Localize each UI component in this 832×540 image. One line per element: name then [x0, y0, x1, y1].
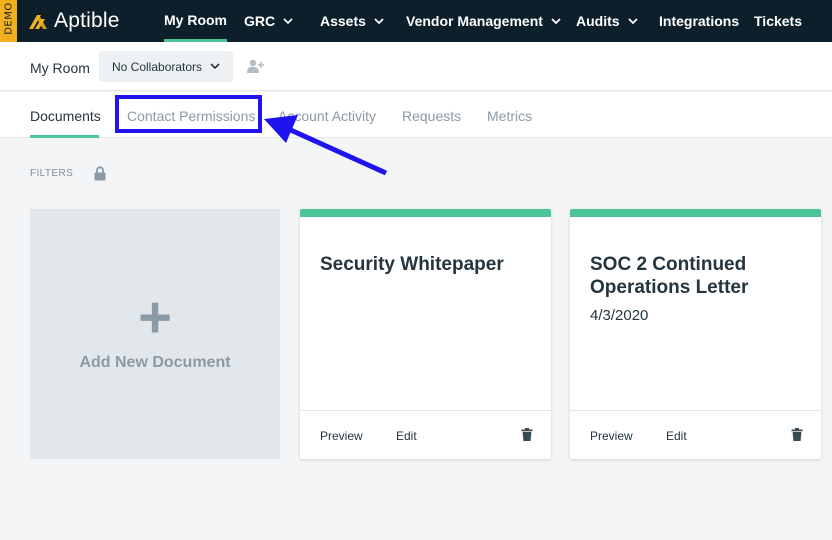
preview-button[interactable]: Preview: [320, 429, 363, 443]
nav-label: Vendor Management: [406, 13, 543, 29]
aptible-logo-icon: [29, 15, 47, 29]
aptible-logo[interactable]: Aptible: [28, 8, 120, 34]
nav-label: My Room: [164, 11, 227, 28]
nav-label: Integrations: [659, 13, 740, 29]
preview-button[interactable]: Preview: [590, 429, 633, 443]
chevron-down-icon: [283, 17, 293, 24]
add-new-document-tile[interactable]: + Add New Document: [30, 209, 280, 459]
annotation-arrow-icon: [264, 115, 388, 176]
chevron-down-icon: [210, 63, 220, 70]
chevron-down-icon: [374, 17, 384, 24]
card-footer: Preview Edit: [300, 410, 551, 459]
add-user-icon[interactable]: [247, 59, 265, 73]
edit-button[interactable]: Edit: [666, 429, 687, 443]
chevron-down-icon: [627, 17, 638, 24]
nav-audits[interactable]: Audits: [576, 0, 638, 42]
demo-label: DEMO: [3, 2, 15, 35]
document-card: Security Whitepaper Preview Edit: [300, 209, 551, 459]
logo-text: Aptible: [54, 9, 120, 32]
nav-label: GRC: [244, 13, 276, 29]
nav-integrations[interactable]: Integrations: [659, 0, 739, 42]
edit-button[interactable]: Edit: [396, 429, 417, 443]
chevron-down-icon: [551, 17, 561, 24]
card-footer: Preview Edit: [570, 410, 821, 459]
tab-metrics[interactable]: Metrics: [487, 108, 532, 124]
room-title: My Room: [30, 60, 90, 76]
nav-label: Assets: [320, 13, 366, 29]
nav-my-room[interactable]: My Room: [164, 0, 227, 42]
nav-label: Audits: [576, 13, 620, 29]
document-title: Security Whitepaper: [320, 254, 504, 275]
nav-grc[interactable]: GRC: [244, 0, 293, 42]
trash-icon[interactable]: [791, 428, 803, 441]
collaborators-label: No Collaborators: [112, 59, 203, 74]
active-tab-indicator: [30, 135, 99, 138]
filters-label: FILTERS: [30, 168, 74, 179]
demo-badge: DEMO: [0, 0, 17, 42]
room-header: My Room No Collaborators: [0, 42, 832, 91]
document-card: SOC 2 Continued Operations Letter 4/3/20…: [570, 209, 821, 459]
tab-requests[interactable]: Requests: [402, 108, 461, 124]
nav-assets[interactable]: Assets: [320, 0, 384, 42]
top-navigation: DEMO Aptible My Room GRC Assets Vendor M…: [0, 0, 832, 42]
add-document-label: Add New Document: [79, 354, 231, 371]
lock-icon[interactable]: [94, 166, 106, 181]
tab-documents[interactable]: Documents: [30, 108, 101, 124]
trash-icon[interactable]: [521, 428, 533, 441]
collaborators-dropdown[interactable]: No Collaborators: [99, 51, 233, 82]
plus-icon: +: [138, 285, 172, 350]
document-date: 4/3/2020: [590, 307, 649, 324]
nav-label: Tickets: [754, 13, 802, 29]
nav-vendor-management[interactable]: Vendor Management: [406, 0, 561, 42]
annotation-highlight-box: [115, 95, 262, 133]
nav-tickets[interactable]: Tickets: [754, 0, 802, 42]
document-title: SOC 2 Continued Operations Letter: [590, 254, 749, 298]
